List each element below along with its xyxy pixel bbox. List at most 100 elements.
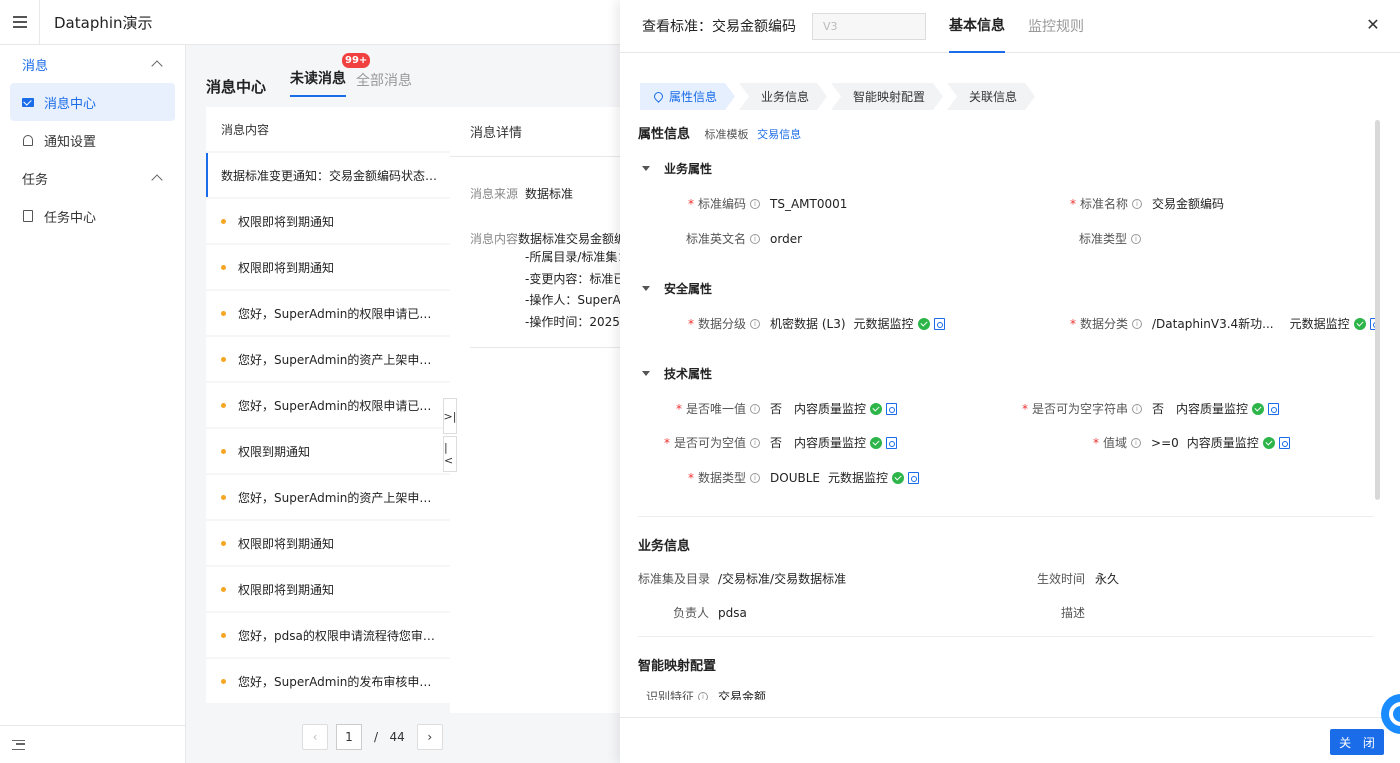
drawer-content: 属性信息 标准模板 交易信息 业务属性 * 标准编码 i TS_AMT0001 * 标准… <box>638 115 1378 700</box>
source-value: 数据标准 <box>525 187 574 201</box>
drawer-scrollbar[interactable] <box>1375 120 1380 500</box>
template-link[interactable]: 交易信息 <box>757 128 801 141</box>
sidebar-item-notification-settings[interactable]: 通知设置 <box>10 121 175 159</box>
list-item[interactable]: 数据标准变更通知：交易金额编码状态发生变更 <box>206 153 450 197</box>
monitor-label: 内容质量监控 <box>1176 402 1249 416</box>
prev-page-button[interactable]: ‹ <box>302 724 328 750</box>
step-related[interactable]: 关联信息 <box>947 83 1035 110</box>
field-label: 描述 <box>1061 606 1086 620</box>
list-item[interactable]: 权限即将到期通知 <box>206 199 450 243</box>
attr-section-title: 属性信息 标准模板 交易信息 <box>638 123 801 142</box>
detail-title: 消息详情 <box>450 107 620 157</box>
unread-dot <box>221 494 226 500</box>
menu-icon[interactable] <box>0 0 40 45</box>
list-item[interactable]: 您好，pdsa的权限申请流程待您审批处理 <box>206 613 450 657</box>
close-icon[interactable]: ✕ <box>1366 17 1380 33</box>
step-attributes[interactable]: 属性信息 <box>640 83 735 110</box>
field-owner: 负责人 pdsa <box>673 604 747 621</box>
caret-down-icon <box>642 166 650 171</box>
list-item[interactable]: 权限即将到期通知 <box>206 245 450 289</box>
chevron-up-icon <box>151 60 163 72</box>
source-label: 消息来源 <box>470 187 519 201</box>
list-item[interactable]: 权限即将到期通知 <box>206 567 450 611</box>
group-label: 技术属性 <box>664 367 713 381</box>
field-data-type: * 数据类型 i DOUBLE 元数据监控 <box>688 469 919 486</box>
view-report-icon[interactable] <box>1268 402 1280 415</box>
list-item-text: 权限即将到期通知 <box>238 536 335 551</box>
info-icon: i <box>1132 403 1143 414</box>
expand-right-button[interactable]: >| <box>443 398 457 434</box>
tab-basic-info[interactable]: 基本信息 <box>949 0 1005 53</box>
list-item-text: 您好，SuperAdmin的权限申请已审批通过 <box>238 306 450 321</box>
info-icon: i <box>750 233 761 244</box>
monitor-label: 元数据监控 <box>1289 317 1350 331</box>
list-item-text: 权限即将到期通知 <box>238 214 335 229</box>
section-title: 属性信息 <box>638 127 691 142</box>
view-report-icon[interactable] <box>1278 436 1290 449</box>
group-business-attrs[interactable]: 业务属性 <box>638 160 712 177</box>
step-mapping[interactable]: 智能映射配置 <box>831 83 943 110</box>
monitor-label: 内容质量监控 <box>794 436 867 450</box>
detail-content: 消息内容 数据标准交易金额编 <box>450 230 620 247</box>
page-input[interactable]: 1 <box>336 724 362 750</box>
field-value-range: * 值域 i >=0 内容质量监控 <box>1093 434 1290 451</box>
group-label: 安全属性 <box>664 282 713 296</box>
tab-monitor-rules[interactable]: 监控规则 <box>1028 0 1084 53</box>
top-bar: Dataphin演示 <box>0 0 620 45</box>
next-page-button[interactable]: › <box>416 724 443 750</box>
monitor-label: 元数据监控 <box>827 471 888 485</box>
view-report-icon[interactable] <box>908 471 919 484</box>
close-button[interactable]: 关 闭 <box>1330 729 1384 755</box>
content-line: -变更内容：标准已 <box>525 271 620 286</box>
field-effective-time: 生效时间 永久 <box>1037 570 1119 587</box>
step-business[interactable]: 业务信息 <box>739 83 827 110</box>
group-tech-attrs[interactable]: 技术属性 <box>638 365 712 382</box>
list-item-text: 您好，SuperAdmin的资产上架申请已审批 <box>238 490 450 505</box>
sidebar-group-tasks[interactable]: 任务 <box>0 159 185 197</box>
list-item[interactable]: 您好，SuperAdmin的权限申请已审批通过 <box>206 383 450 427</box>
list-item-text: 您好，pdsa的权限申请流程待您审批处理 <box>238 628 450 643</box>
content-line: -操作时间：2025-1 <box>525 314 620 329</box>
field-english-name: 标准英文名 i order <box>686 230 802 247</box>
tab-all[interactable]: 全部消息 <box>356 71 412 97</box>
sidebar-group-messages[interactable]: 消息 <box>0 45 185 83</box>
unread-dot <box>221 586 226 592</box>
unread-dot <box>221 264 226 270</box>
collapse-sidebar-button[interactable] <box>0 725 185 763</box>
content-line: -所属目录/标准集： <box>525 250 620 264</box>
list-item-text: 您好，SuperAdmin的发布审核申请已通过 <box>238 674 450 689</box>
tab-label: 全部消息 <box>356 73 413 89</box>
field-label: 标准名称 <box>1080 197 1129 211</box>
list-item[interactable]: 权限到期通知 <box>206 429 450 473</box>
field-data-category: * 数据分类 i/DataphinV3.4新功... 元数据监控 <box>1070 315 1378 332</box>
field-value: 永久 <box>1095 572 1120 586</box>
view-report-icon[interactable] <box>886 402 898 415</box>
info-icon: i <box>698 691 709 700</box>
check-circle-icon <box>1252 402 1265 415</box>
version-select[interactable]: V3 <box>812 12 926 40</box>
list-item[interactable]: 权限即将到期通知 <box>206 521 450 565</box>
collapse-left-button[interactable]: |< <box>443 436 457 472</box>
drawer-title: 查看标准：交易金额编码 <box>642 19 796 35</box>
view-report-icon[interactable] <box>886 436 898 449</box>
field-unique: * 是否唯一值 i 否内容质量监控 <box>676 400 898 417</box>
page-separator: / <box>374 730 379 744</box>
tab-unread[interactable]: 未读消息 99+ <box>290 53 371 97</box>
list-item[interactable]: 您好，SuperAdmin的权限申请已审批通过 <box>206 291 450 335</box>
sidebar-item-label: 任务中心 <box>44 210 97 226</box>
monitor-label: 内容质量监控 <box>794 402 867 416</box>
sidebar-item-message-center[interactable]: 消息中心 <box>10 83 175 121</box>
divider <box>470 347 620 348</box>
list-item[interactable]: 您好，SuperAdmin的资产上架申请已审批 <box>206 337 450 381</box>
info-icon: i <box>750 437 761 448</box>
view-report-icon[interactable] <box>933 317 945 330</box>
section-steps: 属性信息 业务信息 智能映射配置 关联信息 <box>640 83 1039 110</box>
check-circle-icon <box>1262 436 1275 449</box>
group-security-attrs[interactable]: 安全属性 <box>638 280 712 297</box>
check-circle-icon <box>1353 317 1366 330</box>
field-value: pdsa <box>718 605 747 620</box>
list-item[interactable]: 您好，SuperAdmin的资产上架申请已审批 <box>206 475 450 519</box>
list-item[interactable]: 您好，SuperAdmin的发布审核申请已通过 <box>206 659 450 703</box>
sidebar-item-task-center[interactable]: 任务中心 <box>10 197 175 235</box>
field-feature: 识别特征 i 交易金额 <box>646 688 766 700</box>
